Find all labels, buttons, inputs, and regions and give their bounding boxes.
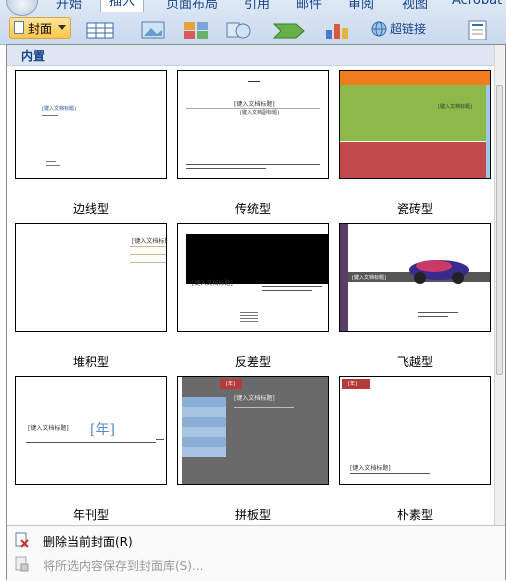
cover-name-label: 拼板型 <box>234 508 271 522</box>
info-line <box>262 286 322 287</box>
tab-mailings[interactable]: 邮件 <box>296 0 322 12</box>
header-icon[interactable] <box>466 20 490 40</box>
abstract-line <box>186 164 320 165</box>
cover-thumbnail: [年] [键入文档标题] <box>177 376 329 485</box>
date-line <box>46 165 60 166</box>
info-line <box>234 407 294 408</box>
cover-subtitle-text: [键入文档副标题] <box>240 110 279 116</box>
blue-blocks <box>182 397 226 457</box>
blue-edge <box>486 85 490 178</box>
cover-name-label: 堆积型 <box>72 355 109 369</box>
cover-thumbnail: [键入文档标题] <box>339 223 491 332</box>
cover-thumbnail: [键入文档标题] <box>177 223 329 332</box>
tab-acrobat[interactable]: Acrobat <box>452 0 502 8</box>
cover-year-text: [年] <box>348 381 357 387</box>
purple-edge <box>340 224 348 331</box>
remove-cover-menu-item[interactable]: 删除当前封面(R) <box>7 529 505 551</box>
black-band <box>186 234 328 284</box>
tab-review[interactable]: 审阅 <box>348 0 374 12</box>
section-header-label: 内置 <box>21 49 46 63</box>
ribbon-tabs: 开始 插入 页面布局 引用 邮件 审阅 视图 Acrobat <box>0 0 506 12</box>
tile-divider <box>340 141 486 142</box>
cover-page-button[interactable]: 封面 <box>9 17 71 39</box>
abstract-line <box>186 168 266 169</box>
cover-title-text: [键入文档标题] <box>192 280 233 287</box>
cover-title-text: [键入文档标题] <box>438 104 472 110</box>
rule-line <box>130 254 166 255</box>
cover-title-text: [键入文档标题] <box>132 238 166 245</box>
cover-name-label: 年刊型 <box>72 508 109 522</box>
save-to-gallery-icon <box>15 556 29 572</box>
info-line <box>418 312 458 313</box>
cover-thumbnail: [年] [键入文档标题] <box>339 376 491 485</box>
cover-thumbnail: [键入文档标题] [键入文档副标题] <box>177 70 329 179</box>
rule-line <box>156 439 164 440</box>
cover-page-icon <box>14 21 24 34</box>
shapes-icon[interactable] <box>224 20 252 40</box>
hyperlink-button[interactable]: 超链接 <box>368 18 440 40</box>
save-selection-label: 将所选内容保存到封面库(S)... <box>43 559 204 573</box>
green-tile <box>340 85 490 141</box>
chart-icon[interactable] <box>322 20 352 40</box>
cover-page-label: 封面 <box>28 22 53 36</box>
remove-cover-label: 删除当前封面(R) <box>43 535 133 549</box>
company-line <box>248 81 260 82</box>
picture-icon[interactable] <box>140 20 166 40</box>
orange-band <box>340 71 490 85</box>
cover-name-label: 反差型 <box>234 355 271 369</box>
globe-link-icon <box>371 21 387 37</box>
author-line <box>46 161 56 162</box>
rule-line <box>130 246 166 247</box>
cover-title-text: [键入文档标题] <box>42 106 76 112</box>
cover-title-text: [键入文档标题] <box>352 275 386 281</box>
cover-name-label: 飞越型 <box>396 355 433 369</box>
hyperlink-label: 超链接 <box>390 22 427 36</box>
smartart-icon[interactable] <box>272 20 306 40</box>
chevron-down-icon <box>58 25 66 30</box>
tab-references[interactable]: 引用 <box>244 0 270 12</box>
red-tile <box>340 141 486 178</box>
cover-title-text: [键入文档标题] <box>234 395 275 402</box>
gallery-section-header: 内置 <box>7 45 497 66</box>
cover-name-label: 朴素型 <box>396 508 433 522</box>
cover-name-label: 边线型 <box>72 202 109 216</box>
abstract-line <box>26 442 156 443</box>
cover-thumbnail: [键入文档标题] <box>15 70 167 179</box>
cover-page-gallery: 内置 [键入文档标题] 边线型 [键入文档标题] [键入文档副标题] 传统型 [… <box>6 44 506 581</box>
cover-thumbnail: [键入文档标题] <box>339 70 491 179</box>
gallery-menu: 删除当前封面(R) 将所选内容保存到封面库(S)... <box>7 525 505 581</box>
tab-view[interactable]: 视图 <box>402 0 428 12</box>
tab-insert[interactable]: 插入 <box>100 0 145 12</box>
tab-home[interactable]: 开始 <box>56 0 82 12</box>
cover-title-text: [键入文档标题] <box>350 465 391 472</box>
info-line <box>350 473 430 474</box>
info-line <box>418 316 448 317</box>
cover-title-text: [键入文档标题] <box>234 101 275 108</box>
cover-title-text: [键入文档标题] <box>28 425 69 432</box>
barcode-block <box>240 312 258 324</box>
tab-page-layout[interactable]: 页面布局 <box>166 0 218 12</box>
cover-year-text: [年] <box>90 422 115 438</box>
scrollbar-thumb[interactable] <box>496 85 503 375</box>
cover-thumbnail: [键入文档标题] [年] <box>15 376 167 485</box>
info-line <box>262 290 312 291</box>
rule-line <box>130 262 166 263</box>
cover-name-label: 传统型 <box>234 202 271 216</box>
subtitle-line <box>42 115 58 116</box>
cover-thumbnail: [键入文档标题] <box>15 223 167 332</box>
save-selection-menu-item[interactable]: 将所选内容保存到封面库(S)... <box>7 553 505 575</box>
gallery-scrollbar[interactable] <box>494 45 505 525</box>
cover-year-text: [年] <box>226 381 235 387</box>
remove-cover-icon <box>15 532 29 548</box>
clip-art-icon[interactable] <box>182 20 210 40</box>
table-icon[interactable] <box>86 20 114 40</box>
ribbon: 开始 插入 页面布局 引用 邮件 审阅 视图 Acrobat 封面 超链接 <box>0 0 506 45</box>
car-image <box>409 260 469 284</box>
cover-name-label: 瓷砖型 <box>396 202 433 216</box>
